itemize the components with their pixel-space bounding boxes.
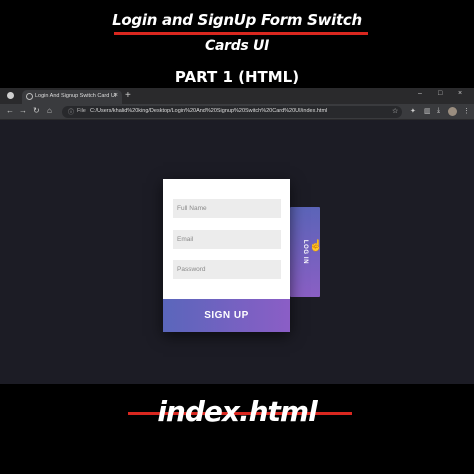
new-tab-button[interactable]: + bbox=[125, 90, 131, 101]
signup-card: SIGN UP bbox=[163, 179, 290, 332]
sidebar-icon[interactable]: ▥ bbox=[424, 107, 431, 115]
video-title-line-2: Cards UI bbox=[204, 38, 270, 54]
menu-icon[interactable]: ⋮ bbox=[463, 107, 470, 115]
page-viewport: LOG IN SIGN UP ☝ bbox=[0, 121, 474, 384]
browser-profile-icon[interactable] bbox=[7, 92, 14, 99]
caption-filename: index.html bbox=[157, 395, 317, 428]
home-icon[interactable]: ⌂ bbox=[47, 106, 52, 115]
email-field[interactable] bbox=[173, 230, 281, 249]
back-icon[interactable]: ← bbox=[6, 106, 14, 115]
url-text: C:/Users/khalid%20king/Desktop/Login%20A… bbox=[90, 108, 328, 114]
full-name-field[interactable] bbox=[173, 199, 281, 218]
reload-icon[interactable]: ↻ bbox=[33, 106, 40, 115]
login-switch-card[interactable]: LOG IN bbox=[290, 207, 320, 297]
tab-close-icon[interactable]: × bbox=[114, 92, 118, 99]
forward-icon[interactable]: → bbox=[19, 106, 27, 115]
extensions-icon[interactable]: ✦ bbox=[410, 107, 416, 115]
signup-button[interactable]: SIGN UP bbox=[163, 299, 290, 332]
password-field[interactable] bbox=[173, 260, 281, 279]
hand-cursor-icon: ☝ bbox=[309, 240, 323, 252]
url-field[interactable]: ⓘ File C:/Users/khalid%20king/Desktop/Lo… bbox=[62, 106, 402, 118]
video-title-line-1: Login and SignUp Form Switch bbox=[112, 11, 362, 29]
browser-window: Login And Signup Switch Card UI × + – □ … bbox=[0, 88, 474, 384]
avatar[interactable] bbox=[448, 107, 457, 116]
address-bar-row: ← → ↻ ⌂ ⓘ File C:/Users/khalid%20king/De… bbox=[0, 104, 474, 120]
tab-bar: Login And Signup Switch Card UI × + – □ … bbox=[0, 88, 474, 104]
star-icon[interactable]: ☆ bbox=[392, 107, 398, 115]
part-label: PART 1 (HTML) bbox=[174, 68, 300, 86]
downloads-icon[interactable]: ⤓ bbox=[437, 107, 440, 115]
minimize-button[interactable]: – bbox=[418, 90, 422, 97]
info-icon: ⓘ bbox=[68, 110, 75, 116]
close-window-button[interactable]: × bbox=[458, 90, 462, 97]
maximize-button[interactable]: □ bbox=[438, 90, 442, 97]
title-underline bbox=[114, 32, 368, 35]
globe-icon bbox=[26, 93, 33, 100]
tab-title: Login And Signup Switch Card UI bbox=[35, 93, 117, 99]
url-scheme-label: File bbox=[77, 108, 86, 114]
browser-tab[interactable]: Login And Signup Switch Card UI × bbox=[22, 90, 122, 104]
